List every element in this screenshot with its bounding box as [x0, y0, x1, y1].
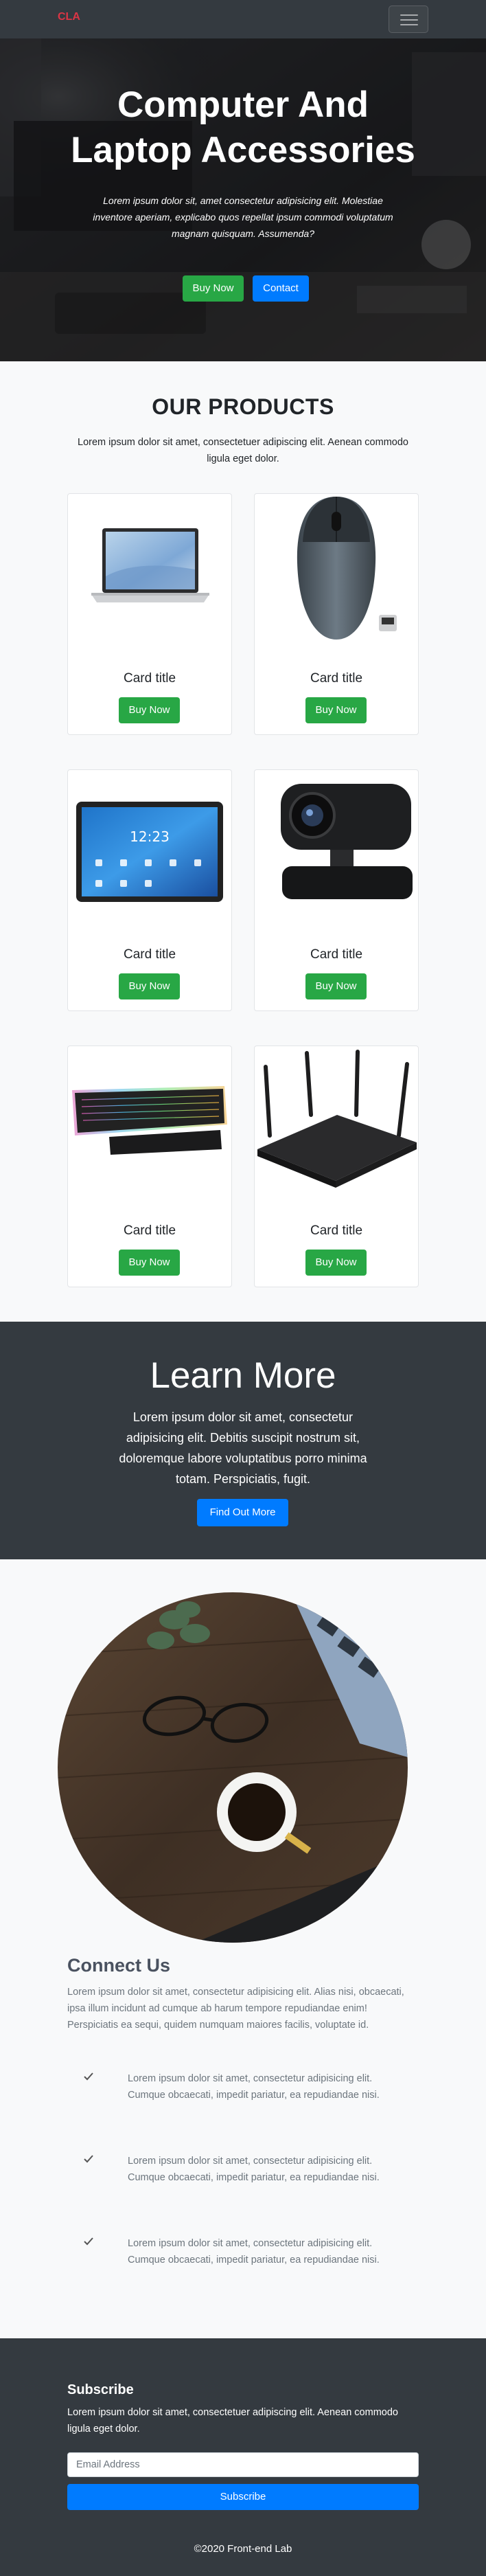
product-card-mouse: Card title Buy Now [254, 493, 419, 735]
svg-text:12:23: 12:23 [130, 828, 170, 845]
tablet-image: 12:23 [76, 802, 223, 902]
check-icon [84, 2072, 93, 2081]
feature-item: Lorem ipsum dolor sit amet, consectetur … [67, 2153, 409, 2215]
keyboard-image [72, 1086, 227, 1155]
subscribe-button[interactable]: Subscribe [67, 2484, 419, 2510]
card-buy-now-button[interactable]: Buy Now [119, 1250, 180, 1276]
hero-title-line-2: Laptop Accessories [71, 130, 415, 170]
hero-section: Computer And Laptop Accessories Lorem ip… [0, 38, 486, 361]
products-description: Lorem ipsum dolor sit amet, consectetuer… [78, 437, 408, 464]
hamburger-menu-icon-bar [400, 19, 418, 21]
card-title: Card title [123, 1223, 176, 1238]
card-title: Card title [310, 671, 363, 686]
learn-more-section: Learn More Lorem ipsum dolor sit amet, c… [0, 1322, 486, 1559]
find-out-more-button[interactable]: Find Out More [197, 1499, 288, 1526]
connect-description: Lorem ipsum dolor sit amet, consectetur … [67, 1987, 404, 2031]
feature-item: Lorem ipsum dolor sit amet, consectetur … [67, 2070, 409, 2132]
card-title: Card title [310, 947, 363, 962]
check-icon [84, 2155, 93, 2163]
hero-description: Lorem ipsum dolor sit, amet consectetur … [93, 195, 393, 239]
hero-buy-now-button[interactable]: Buy Now [183, 275, 244, 302]
feature-text: Lorem ipsum dolor sit amet, consectetur … [128, 2156, 380, 2183]
card-buy-now-button[interactable]: Buy Now [119, 973, 180, 999]
products-title: OUR PRODUCTS [152, 394, 334, 419]
hero-contact-button[interactable]: Contact [253, 275, 309, 302]
subscribe-title: Subscribe [67, 2382, 134, 2397]
email-address-input[interactable] [67, 2452, 419, 2477]
card-buy-now-button[interactable]: Buy Now [305, 973, 367, 999]
laptop-image [91, 528, 209, 602]
card-buy-now-button[interactable]: Buy Now [119, 697, 180, 723]
router-image [257, 1050, 417, 1188]
navbar: CLA [0, 0, 486, 38]
hamburger-menu-icon-bar [400, 24, 418, 25]
product-card-router: Card title Buy Now [254, 1046, 419, 1287]
product-card-webcam: Card title Buy Now [254, 769, 419, 1011]
learn-more-title: Learn More [150, 1355, 336, 1396]
webcam-image [281, 784, 413, 899]
subscribe-description: Lorem ipsum dolor sit amet, consectetuer… [67, 2407, 398, 2434]
hero-title: Computer And Laptop Accessories [0, 82, 486, 173]
connect-title: Connect Us [67, 1955, 171, 1976]
subscribe-footer: Subscribe Lorem ipsum dolor sit amet, co… [0, 2338, 486, 2576]
feature-item: Lorem ipsum dolor sit amet, consectetur … [67, 2235, 409, 2297]
card-title: Card title [123, 947, 176, 962]
products-section: OUR PRODUCTS Lorem ipsum dolor sit amet,… [0, 361, 486, 1322]
check-icon [84, 2237, 93, 2246]
navbar-toggler[interactable] [389, 5, 428, 33]
copyright-text: ©2020 Front-end Lab [194, 2543, 292, 2555]
hamburger-menu-icon [400, 14, 418, 16]
product-card-keyboard: Card title Buy Now [67, 1046, 232, 1287]
hero-title-line-1: Computer And [117, 84, 369, 125]
feature-text: Lorem ipsum dolor sit amet, consectetur … [128, 2238, 380, 2266]
card-buy-now-button[interactable]: Buy Now [305, 1250, 367, 1276]
connect-section: Connect Us Lorem ipsum dolor sit amet, c… [0, 1559, 486, 2338]
card-title: Card title [310, 1223, 363, 1238]
card-title: Card title [123, 671, 176, 686]
card-buy-now-button[interactable]: Buy Now [305, 697, 367, 723]
learn-more-description: Lorem ipsum dolor sit amet, consectetur … [119, 1410, 367, 1486]
brand-logo[interactable]: CLA [58, 11, 80, 23]
desk-photo [58, 1592, 408, 1943]
mouse-image [297, 497, 397, 640]
feature-text: Lorem ipsum dolor sit amet, consectetur … [128, 2073, 380, 2101]
product-card-tablet: 12:23 Card title Buy Now [67, 769, 232, 1011]
product-card-laptop: Card title Buy Now [67, 493, 232, 735]
